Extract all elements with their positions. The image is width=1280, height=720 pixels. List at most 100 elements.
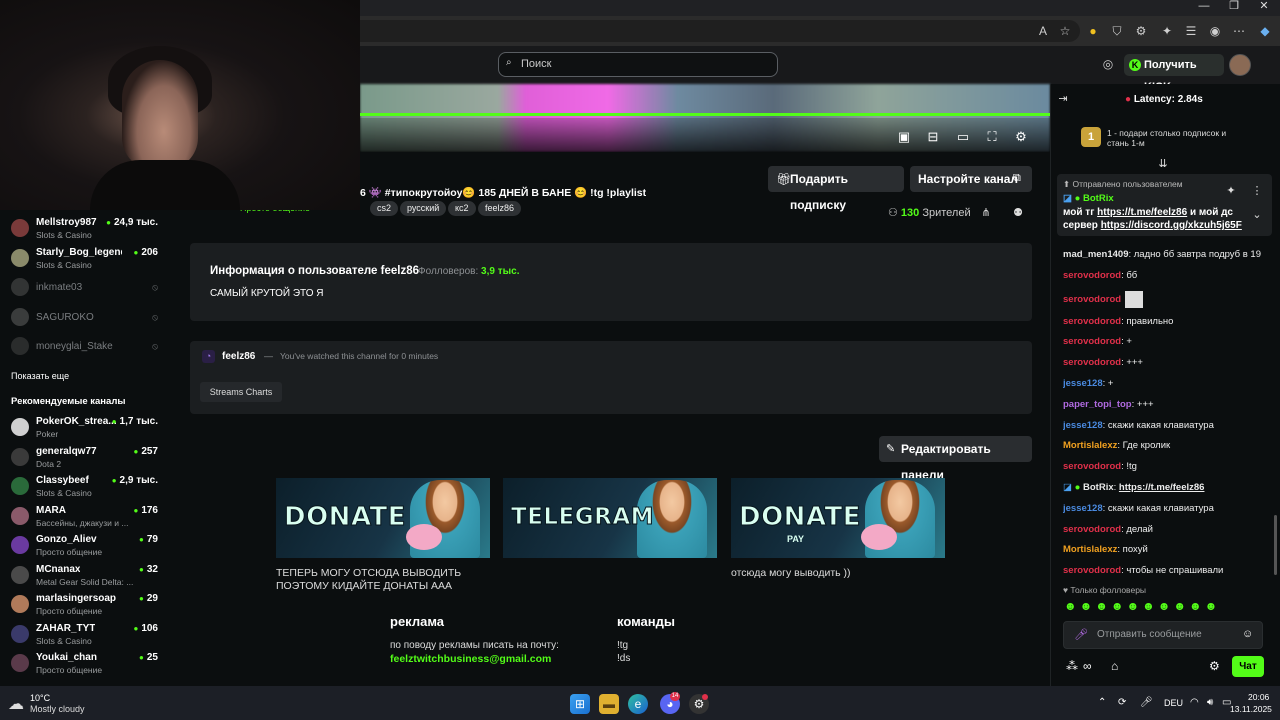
pinned-discord-link[interactable]: https://discord.gg/xkzuh5j65F	[1101, 220, 1242, 231]
chat-username[interactable]: mad_men1409	[1063, 249, 1128, 260]
file-explorer-icon[interactable]: ▬	[599, 694, 619, 714]
donate-pay-panel-image[interactable]: DONATE PAY	[731, 478, 945, 558]
chat-username[interactable]: paper_topi_top	[1063, 399, 1132, 410]
donate-panel-image[interactable]: DONATE	[276, 478, 490, 558]
sidebar-channel-item[interactable]: Starly_Bog_legendSlots & Casino 206	[0, 244, 170, 272]
profile-icon[interactable]: ◉	[1206, 22, 1224, 40]
more-menu-icon[interactable]: ⋯	[1230, 22, 1248, 40]
recommended-channel-item[interactable]: MARAБассейны, джакузи и ... 176	[0, 502, 170, 530]
read-aloud-icon[interactable]: A	[1034, 22, 1052, 40]
favorites-icon[interactable]: ☰	[1182, 22, 1200, 40]
clip-icon[interactable]: ⊟	[925, 129, 941, 145]
weather-temp[interactable]: 10°C	[30, 693, 50, 703]
sidebar-channel-item[interactable]: moneyglai_Stake ⦸	[0, 332, 170, 360]
chat-scrollbar[interactable]	[1274, 515, 1277, 575]
chat-username[interactable]: jesse128	[1063, 420, 1103, 431]
sidebar-channel-item[interactable]: Mellstroy987 Slots & Casino 24,9 тыс.	[0, 214, 170, 242]
extensions-puzzle-icon[interactable]: ⚙	[1132, 22, 1150, 40]
chat-username[interactable]: BotRix	[1083, 482, 1114, 493]
tray-network-sync-icon[interactable]: ⟳	[1118, 697, 1126, 708]
microphone-icon[interactable]: 🎤︎	[1074, 628, 1088, 641]
shield-icon[interactable]: ⛉	[1108, 22, 1126, 40]
tag-russian[interactable]: русский	[400, 201, 447, 216]
copilot-icon[interactable]: ◆	[1256, 22, 1274, 40]
infinity-icon[interactable]: ∞	[1083, 659, 1092, 673]
tray-mic-icon[interactable]: 🎤︎	[1140, 697, 1153, 708]
chat-username[interactable]: serovodorod	[1063, 565, 1121, 576]
channel-name: PokerOK_strea...	[36, 416, 117, 427]
chat-username[interactable]: serovodorod	[1063, 357, 1121, 368]
wifi-icon[interactable]: ◠	[1190, 697, 1199, 708]
sidebar-channel-item[interactable]: inkmate03 ⦸	[0, 273, 170, 301]
store-icon[interactable]: ⌂	[1111, 659, 1118, 673]
recommended-channel-item[interactable]: Gonzo_Aliev Просто общение 79	[0, 531, 170, 559]
recommended-channel-item[interactable]: Classybeef Slots & Casino 2,9 тыс.	[0, 472, 170, 500]
weather-icon[interactable]: ☁	[8, 694, 24, 714]
ads-email-link[interactable]: feelztwitchbusiness@gmail.com	[390, 653, 551, 665]
chat-username[interactable]: serovodorod	[1063, 336, 1121, 347]
close-icon[interactable]: ✕	[1250, 0, 1278, 14]
pinned-tg-link[interactable]: https://t.me/feelz86	[1097, 207, 1187, 218]
chat-username[interactable]: jesse128	[1063, 378, 1103, 389]
theater-mode-icon[interactable]: ▭	[955, 129, 971, 145]
expand-leaderboard-icon[interactable]: ⇊	[1156, 157, 1170, 171]
chat-username[interactable]: serovodorod	[1063, 461, 1121, 472]
language-indicator[interactable]: DEU	[1164, 698, 1183, 708]
chat-username[interactable]: serovodorod	[1063, 270, 1121, 281]
recommended-channel-item[interactable]: Youkai_chan Просто общение 25	[0, 649, 170, 677]
emoji-icon[interactable]: ☺	[1242, 628, 1253, 640]
collections-icon[interactable]: ✦	[1158, 22, 1176, 40]
chat-settings-icon[interactable]: ⚙	[1209, 659, 1220, 673]
pip-icon[interactable]: ▣	[896, 129, 912, 145]
pinned-more-icon[interactable]: ⋮	[1250, 184, 1264, 198]
chat-username[interactable]: jesse128	[1063, 503, 1103, 514]
clock-time[interactable]: 20:06	[1248, 692, 1269, 702]
extension-icon[interactable]: ●	[1084, 22, 1102, 40]
tag-feelz86[interactable]: feelz86	[478, 201, 522, 216]
notification-icon[interactable]: ◎	[1099, 55, 1117, 73]
pinned-user[interactable]: ◪ ● BotRix	[1063, 193, 1114, 204]
address-field[interactable]	[360, 20, 1080, 42]
recommended-channel-item[interactable]: generalqw77Dota 2 257	[0, 443, 170, 471]
recommended-channel-item[interactable]: MCnanaxMetal Gear Solid Delta: ... 32	[0, 561, 170, 589]
tag-ks2[interactable]: кс2	[448, 201, 476, 216]
fullscreen-icon[interactable]: ⛶	[984, 129, 1000, 145]
chat-username[interactable]: Mortislalexz	[1063, 544, 1117, 555]
chat-username[interactable]: serovodorod	[1063, 294, 1121, 305]
restore-icon[interactable]: ❐	[1220, 0, 1248, 14]
sidebar-channel-item[interactable]: SAGUROKO ⦸	[0, 303, 170, 331]
clock-date[interactable]: 13.11.2025	[1230, 704, 1272, 714]
chat-username[interactable]: serovodorod	[1063, 316, 1121, 327]
tray-chevron-icon[interactable]: ⌃	[1098, 697, 1106, 708]
pinned-expand-icon[interactable]: ⌄	[1250, 208, 1264, 222]
recommended-channel-item[interactable]: ZAHAR_TYTSlots & Casino 106	[0, 620, 170, 648]
show-more-link[interactable]: Показать еще	[11, 371, 69, 381]
collapse-chat-icon[interactable]: ⇥	[1056, 92, 1070, 106]
edge-browser-icon[interactable]: e	[628, 694, 648, 714]
watched-channel[interactable]: feelz86	[222, 351, 255, 362]
telegram-panel-image[interactable]: TELEGRAM	[503, 478, 717, 558]
send-chat-button[interactable]: Чат	[1232, 656, 1264, 677]
chat-users-icon[interactable]: ⁂	[1066, 659, 1078, 673]
favorite-star-icon[interactable]: ☆	[1056, 22, 1074, 40]
volume-icon[interactable]: 🔊︎	[1207, 697, 1213, 708]
settings-gear-icon[interactable]: ⚙	[1013, 129, 1029, 145]
recommended-channel-item[interactable]: marlasingersoap Просто общение 29	[0, 590, 170, 618]
share-icon[interactable]: ⋔	[979, 206, 993, 220]
streams-charts-button[interactable]: Streams Charts	[200, 382, 282, 402]
user-avatar[interactable]	[1229, 54, 1251, 76]
weather-desc[interactable]: Mostly cloudy	[30, 704, 85, 714]
chat-link[interactable]: https://t.me/feelz86	[1119, 482, 1205, 493]
follow-user-icon[interactable]: ⚉	[1011, 206, 1025, 220]
minimize-icon[interactable]: —	[1190, 0, 1218, 14]
windows-start-icon[interactable]: ⊞	[570, 694, 590, 714]
chat-username[interactable]: Mortislalexz	[1063, 440, 1117, 451]
tag-cs2[interactable]: cs2	[370, 201, 399, 216]
pin-icon[interactable]: ✦	[1224, 184, 1238, 198]
chat-username[interactable]: serovodorod	[1063, 524, 1121, 535]
edit-panels-button[interactable]: Редактировать панели	[879, 436, 1032, 482]
recommended-channel-item[interactable]: PokerOK_strea... Poker 1,7 тыс.	[0, 413, 170, 441]
search-input[interactable]: Поиск	[498, 52, 778, 77]
emote-row[interactable]: ☻☻☻☻☻☻☻☻☻☻	[1064, 599, 1264, 615]
video-progress-bar[interactable]	[360, 113, 1050, 116]
